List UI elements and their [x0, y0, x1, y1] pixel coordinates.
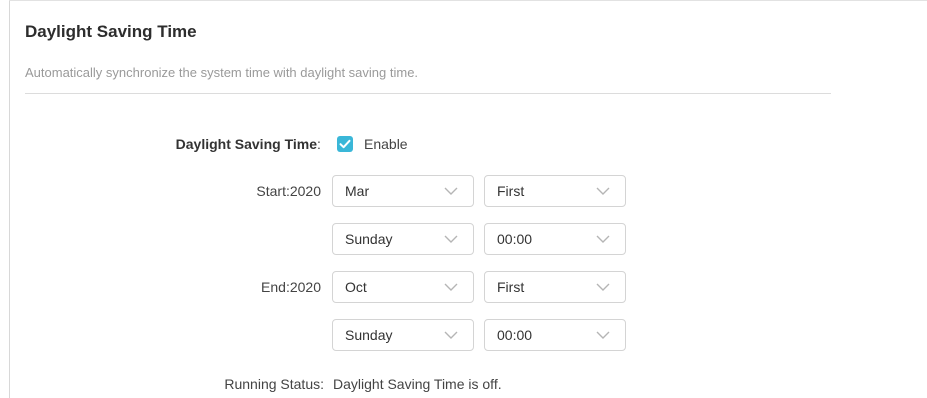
end-month-value: Oct [345, 279, 367, 295]
running-status-value: Daylight Saving Time is off. [333, 376, 502, 392]
dst-label: Daylight Saving Time [175, 136, 317, 152]
start-week-select[interactable]: First [484, 175, 626, 207]
end-day-value: Sunday [345, 327, 393, 343]
end-time-value: 00:00 [497, 327, 533, 343]
chevron-down-icon [444, 283, 458, 291]
end-time-select[interactable]: 00:00 [484, 319, 626, 351]
start-week-value: First [497, 183, 525, 199]
start-time-value: 00:00 [497, 231, 533, 247]
end-month-select[interactable]: Oct [332, 271, 474, 303]
panel-left-border [9, 0, 10, 398]
chevron-down-icon [596, 331, 610, 339]
chevron-down-icon [444, 187, 458, 195]
start-label: Start:2020 [256, 183, 321, 199]
section-description: Automatically synchronize the system tim… [25, 65, 419, 80]
start-month-value: Mar [345, 183, 370, 199]
section-divider [25, 93, 831, 94]
checkmark-icon [339, 139, 351, 149]
end-day-select[interactable]: Sunday [332, 319, 474, 351]
dst-enable-label[interactable]: Enable [364, 135, 408, 153]
dst-enable-checkbox[interactable] [337, 136, 353, 152]
chevron-down-icon [444, 235, 458, 243]
chevron-down-icon [596, 187, 610, 195]
chevron-down-icon [596, 283, 610, 291]
end-week-select[interactable]: First [484, 271, 626, 303]
start-day-select[interactable]: Sunday [332, 223, 474, 255]
end-label: End:2020 [261, 279, 321, 295]
panel-top-border [9, 0, 927, 1]
running-status-label: Running Status: [224, 376, 324, 392]
dst-label-colon: : [317, 136, 321, 152]
start-time-select[interactable]: 00:00 [484, 223, 626, 255]
start-month-select[interactable]: Mar [332, 175, 474, 207]
start-day-value: Sunday [345, 231, 393, 247]
chevron-down-icon [444, 331, 458, 339]
end-week-value: First [497, 279, 525, 295]
chevron-down-icon [596, 235, 610, 243]
section-title: Daylight Saving Time [25, 22, 197, 41]
